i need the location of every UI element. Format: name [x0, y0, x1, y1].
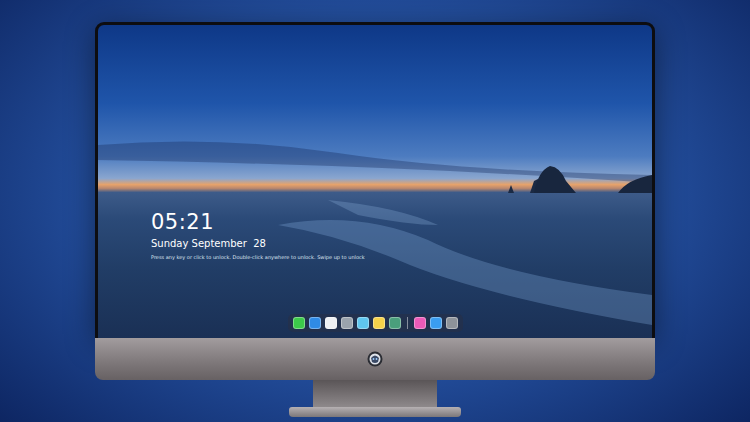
clock-time: 05:21 — [151, 211, 652, 234]
monitor-chin — [95, 338, 655, 380]
monitor-stand-neck — [313, 380, 437, 407]
dock-app-icon[interactable] — [373, 317, 385, 329]
dock-app-icon[interactable] — [293, 317, 305, 329]
dock-separator — [407, 317, 408, 329]
desktop-stage: 05:21 Sunday September 28 Press any key or… — [0, 0, 750, 422]
unlock-hint: Press any key or click to unlock. Double… — [151, 254, 652, 260]
monitor-stand-base — [289, 407, 461, 417]
brand-logo-icon — [367, 351, 383, 367]
dock-app-icon[interactable] — [430, 317, 442, 329]
dock-app-icon[interactable] — [414, 317, 426, 329]
dock-app-icon[interactable] — [357, 317, 369, 329]
clock-date: Sunday September 28 — [151, 237, 652, 250]
dock-app-icon[interactable] — [446, 317, 458, 329]
dock-app-icon[interactable] — [309, 317, 321, 329]
monitor-bezel: 05:21 Sunday September 28 Press any key or… — [95, 22, 655, 338]
dock-app-icon[interactable] — [341, 317, 353, 329]
dock-app-icon[interactable] — [389, 317, 401, 329]
lock-info: 05:21 Sunday September 28 Press any key or… — [98, 25, 652, 260]
dock-app-icon[interactable] — [325, 317, 337, 329]
wallpaper-icon — [98, 25, 652, 338]
lock-screen[interactable]: 05:21 Sunday September 28 Press any key or… — [98, 25, 652, 338]
dock — [288, 314, 463, 332]
